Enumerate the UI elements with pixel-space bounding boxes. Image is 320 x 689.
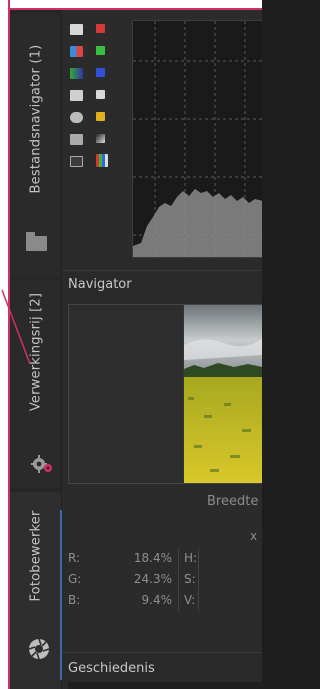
aperture-icon [28,638,50,660]
readout-label-hsv: H: [184,551,198,565]
readout-value: 24.3% [133,572,172,586]
readout-label: B: [68,593,81,607]
navigator-width-label: Breedte [207,494,259,509]
channel-red-toggle-icon[interactable] [96,24,105,33]
channel-luminance-toggle-icon[interactable] [96,90,105,99]
gears-icon [31,455,52,473]
histogram-canvas [132,20,262,258]
history-list [68,682,262,689]
channel-blue-toggle-icon[interactable] [96,68,105,77]
navigator-thumbnail[interactable] [184,305,262,483]
navigator-empty-area [69,305,183,483]
tab-editor-label: Fotobewerker [28,510,43,602]
readout-row-green: G: 24.3% S: [68,570,262,592]
history-title: Geschiedenis [68,661,155,676]
readout-row-blue: B: 9.4% V: [68,591,262,613]
readout-row-red: R: 18.4% H: [68,549,262,571]
navigator-header[interactable]: Navigator [62,270,262,298]
navigator-x-label: x [250,529,258,543]
channel-chroma-toggle-icon[interactable] [96,112,105,121]
annotation-pointer [1,289,31,365]
channel-green-toggle-icon[interactable] [96,46,105,55]
readout-label: G: [68,572,82,586]
readout-value: 18.4% [133,551,172,565]
histogram-panel [62,14,262,266]
readout-label-hsv: S: [184,572,196,586]
histogram-gradient-toggle-icon[interactable] [96,134,105,143]
readout-label: R: [68,551,81,565]
navigator-preview[interactable] [68,304,262,484]
right-panel: Navigator Breedte x R: 18.4% H: G: 24.3%… [62,0,262,689]
rgb-bars-toggle-icon[interactable] [96,154,108,167]
readout-label-hsv: V: [184,593,196,607]
readout-value: 9.4% [141,593,173,607]
tab-editor[interactable]: Fotobewerker [10,492,62,689]
